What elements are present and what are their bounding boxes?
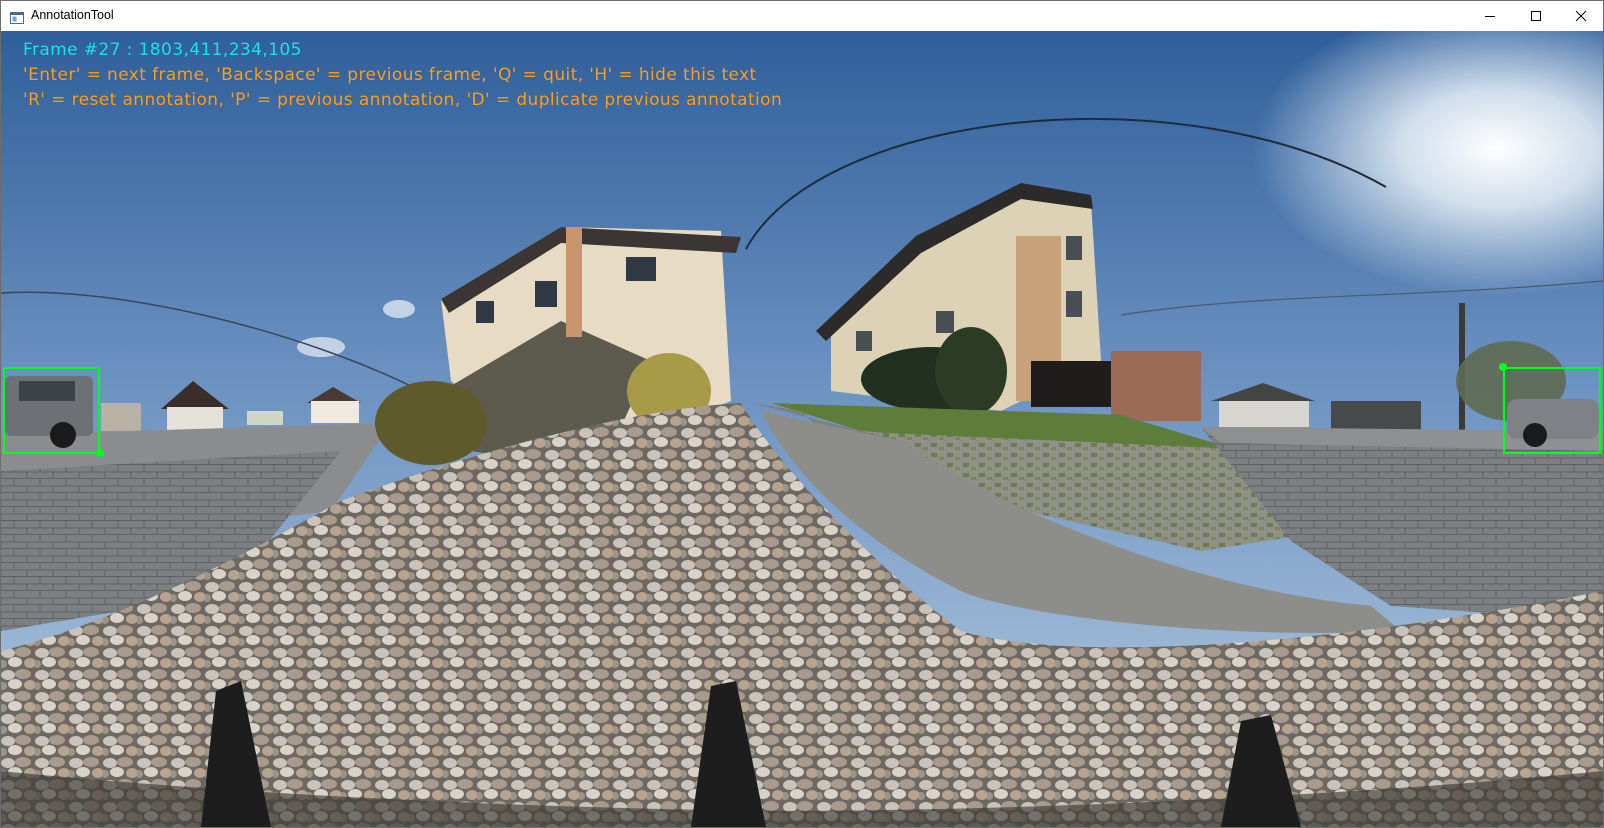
- minimize-icon: [1485, 16, 1495, 17]
- bounding-box-left[interactable]: [3, 367, 100, 454]
- annotation-tool-window: AnnotationTool Frame #27: 1803,411,234,…: [0, 0, 1604, 828]
- close-button[interactable]: [1558, 1, 1604, 31]
- panorama-frame-image: [1, 31, 1603, 827]
- bounding-box-right[interactable]: [1503, 367, 1601, 454]
- bbox-handle-right[interactable]: [1499, 363, 1507, 371]
- window-title: AnnotationTool: [31, 8, 114, 22]
- help-text-line-1: 'Enter' = next frame, 'Backspace' = prev…: [23, 65, 757, 85]
- minimize-button[interactable]: [1467, 1, 1513, 31]
- close-icon: [1575, 10, 1587, 22]
- title-bar[interactable]: AnnotationTool: [1, 1, 1603, 31]
- help-text-line-2: 'R' = reset annotation, 'P' = previous a…: [23, 90, 783, 110]
- window-app-icon: [10, 9, 24, 24]
- bbox-handle-left[interactable]: [96, 449, 104, 457]
- maximize-button[interactable]: [1513, 1, 1559, 31]
- frame-info-text: Frame #27 : 1803,411,234,105: [23, 40, 302, 60]
- maximize-icon: [1531, 11, 1541, 21]
- image-canvas[interactable]: Frame #27 : 1803,411,234,105 'Enter' = n…: [1, 31, 1603, 827]
